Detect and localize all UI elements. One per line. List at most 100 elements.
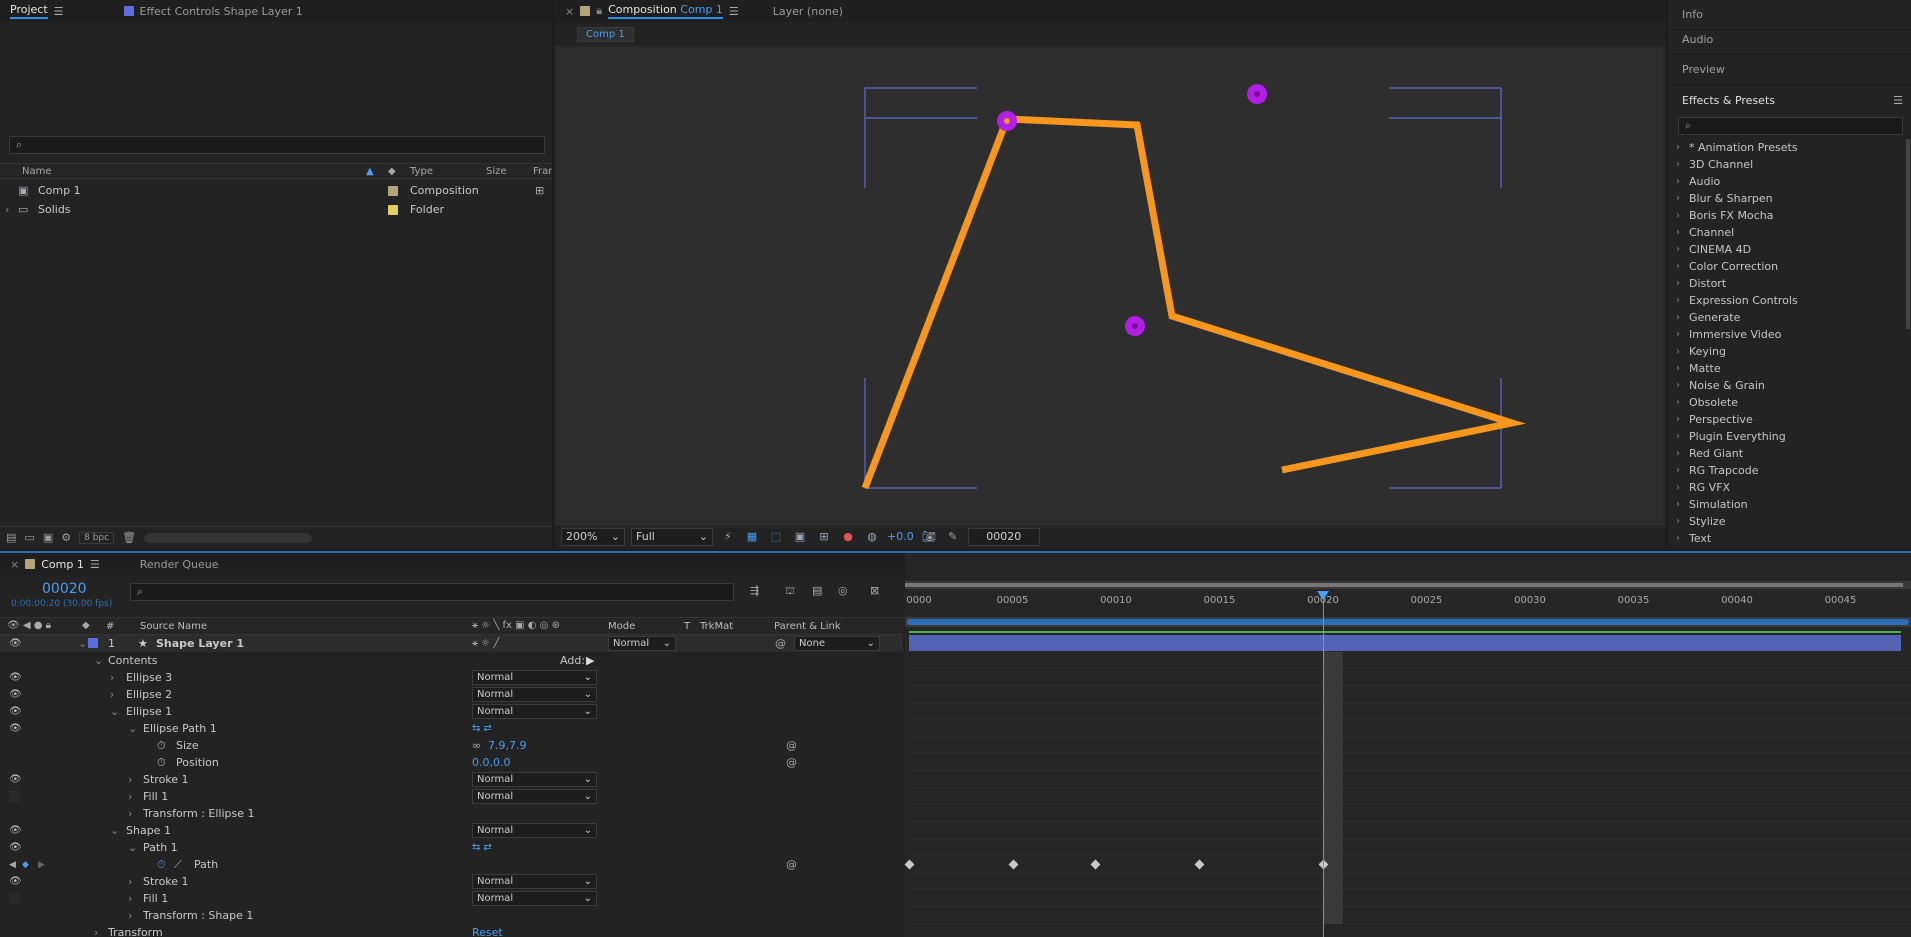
chevron-right-icon[interactable]: › — [128, 892, 132, 905]
tab-layer[interactable]: Layer (none) — [763, 0, 853, 22]
zoom-slider[interactable] — [907, 619, 1909, 625]
row-transform[interactable]: › Transform Reset — [0, 924, 903, 937]
bpc-button[interactable]: 8 bpc — [79, 531, 115, 544]
col-name[interactable]: Name — [22, 166, 52, 177]
row-ellipse-2[interactable]: 👁 › Ellipse 2 Normal ⌄ — [0, 686, 903, 703]
effects-category[interactable]: › Obsolete — [1668, 394, 1911, 411]
close-icon[interactable]: × — [565, 5, 574, 18]
row-size[interactable]: ⏱ Size ∞ 7.9,7.9 @ — [0, 737, 903, 754]
eye-icon[interactable]: 👁 — [9, 723, 22, 735]
row-position[interactable]: ⏱ Position 0.0,0.0 @ — [0, 754, 903, 771]
effects-category[interactable]: › * Animation Presets — [1668, 139, 1911, 156]
draft-3d-icon[interactable]: ⛫ — [785, 584, 795, 599]
mode-dropdown[interactable]: Normal ⌄ — [472, 874, 597, 889]
prev-keyframe-icon[interactable]: ◀ — [9, 860, 16, 870]
pickwhip-icon[interactable]: @ — [775, 637, 786, 650]
panel-preview[interactable]: Preview — [1668, 55, 1911, 85]
snapshot-camera-icon[interactable]: 📷︎ — [920, 528, 938, 546]
row-path-1[interactable]: 👁 ⌄ Path 1 ⇆ ⇄ — [0, 839, 903, 856]
add-keyframe-icon[interactable]: ◆ — [22, 860, 29, 870]
panel-menu-icon[interactable]: ☰ — [729, 5, 739, 18]
row-stroke-1-b[interactable]: 👁 › Stroke 1 Normal ⌄ — [0, 873, 903, 890]
project-scrollbar[interactable] — [144, 532, 313, 543]
col-source-name[interactable]: Source Name — [140, 621, 207, 632]
panel-audio[interactable]: Audio — [1668, 25, 1911, 55]
stopwatch-icon[interactable]: ⏱ — [157, 739, 166, 753]
motion-blur-icon[interactable]: ◎ — [838, 584, 848, 597]
panel-menu-icon[interactable]: ☰ — [1893, 94, 1903, 107]
effects-category[interactable]: › Boris FX Mocha — [1668, 207, 1911, 224]
tab-effect-controls[interactable]: Effect Controls Shape Layer 1 — [114, 0, 313, 22]
color-management-icon[interactable]: ◍ — [863, 528, 881, 546]
mode-dropdown[interactable]: Normal ⌄ — [472, 704, 597, 719]
row-ellipse-1[interactable]: 👁 ⌄ Ellipse 1 Normal ⌄ — [0, 703, 903, 720]
eye-icon[interactable]: 👁 — [9, 876, 22, 888]
effects-category[interactable]: › Stylize — [1668, 513, 1911, 530]
color-channels-icon[interactable]: ● — [839, 528, 857, 546]
path-direction-icons[interactable]: ⇆ ⇄ — [472, 842, 492, 853]
effects-category[interactable]: › CINEMA 4D — [1668, 241, 1911, 258]
effects-category[interactable]: › Matte — [1668, 360, 1911, 377]
effects-category[interactable]: › Color Correction — [1668, 258, 1911, 275]
effects-category[interactable]: › Noise & Grain — [1668, 377, 1911, 394]
row-fill-1-a[interactable]: › Fill 1 Normal ⌄ — [0, 788, 903, 805]
pickwhip-icon[interactable]: @ — [786, 756, 797, 769]
effects-category[interactable]: › Distort — [1668, 275, 1911, 292]
reset-link[interactable]: Reset — [472, 926, 503, 937]
current-time-display[interactable]: 00020 — [42, 581, 87, 597]
layer-bar[interactable] — [909, 635, 1901, 651]
add-play-icon[interactable]: ▶ — [586, 654, 594, 667]
col-type[interactable]: Type — [410, 166, 433, 177]
eye-icon[interactable]: 👁 — [9, 638, 22, 650]
mask-visibility-icon[interactable]: ⬚ — [767, 528, 785, 546]
row-ellipse-path-1[interactable]: 👁 ⌄ Ellipse Path 1 ⇆ ⇄ — [0, 720, 903, 737]
frame-blending-icon[interactable]: ▤ — [812, 584, 822, 597]
position-value[interactable]: 0.0,0.0 — [472, 756, 510, 769]
stopwatch-icon[interactable]: ⏱ — [157, 756, 166, 770]
label-tag-icon[interactable]: ◆ — [388, 166, 396, 177]
effects-category[interactable]: › Perspective — [1668, 411, 1911, 428]
trash-icon[interactable]: 🗑 — [122, 531, 136, 544]
pickwhip-icon[interactable]: @ — [786, 739, 797, 752]
chevron-right-icon[interactable]: › — [128, 875, 132, 888]
layer-switches[interactable]: ⚹ ☼ ╱ — [472, 638, 499, 649]
constrain-proportions-icon[interactable]: ∞ — [472, 739, 481, 752]
effects-category[interactable]: › Generate — [1668, 309, 1911, 326]
chevron-down-icon[interactable]: ⌄ — [110, 705, 119, 718]
zoom-slider-bar[interactable] — [905, 617, 1911, 627]
label-swatch[interactable] — [388, 204, 398, 215]
mode-dropdown[interactable]: Normal ⌄ — [472, 891, 597, 906]
eye-icon[interactable]: 👁 — [9, 672, 22, 684]
layer-label-swatch[interactable] — [88, 638, 98, 648]
row-transform-shape-1[interactable]: › Transform : Shape 1 — [0, 907, 903, 924]
composition-mini-flowchart-icon[interactable]: ⇶ — [750, 584, 759, 597]
layer-row-shape-layer-1[interactable]: 👁 ⌄ 1 ★ Shape Layer 1 ⚹ ☼ ╱ Normal ⌄ @ No… — [0, 635, 903, 652]
work-area-bar[interactable] — [905, 581, 1911, 589]
parent-dropdown[interactable]: None ⌄ — [794, 636, 880, 651]
timeline-graph[interactable]: 0000000050001000015000200002500030000350… — [904, 553, 1911, 937]
work-area-range[interactable] — [905, 583, 1903, 587]
layer-name[interactable]: Shape Layer 1 — [156, 637, 244, 650]
eye-off-box[interactable] — [9, 893, 20, 904]
chevron-right-icon[interactable]: › — [5, 203, 9, 216]
exposure-value[interactable]: +0.0 — [887, 530, 914, 543]
effects-search-input[interactable]: ⌕ — [1678, 117, 1903, 135]
eye-icon[interactable]: 👁 — [9, 825, 22, 837]
resolution-dropdown[interactable]: Full ⌄ — [631, 527, 713, 546]
row-stroke-1-a[interactable]: 👁 › Stroke 1 Normal ⌄ — [0, 771, 903, 788]
chevron-right-icon[interactable]: › — [94, 926, 98, 937]
col-frame[interactable]: Fran — [533, 166, 552, 177]
chevron-down-icon[interactable]: ⌄ — [128, 722, 137, 735]
effects-category[interactable]: › Immersive Video — [1668, 326, 1911, 343]
col-size[interactable]: Size — [486, 166, 507, 177]
size-value[interactable]: 7.9,7.9 — [488, 739, 526, 752]
panel-effects-presets-header[interactable]: Effects & Presets ☰ — [1668, 85, 1911, 115]
composition-viewer[interactable] — [557, 48, 1663, 520]
chevron-down-icon[interactable]: ⌄ — [78, 637, 87, 650]
new-composition-icon[interactable]: ▣ — [43, 531, 53, 544]
zoom-dropdown[interactable]: 200% ⌄ — [561, 527, 625, 546]
row-transform-ellipse-1[interactable]: › Transform : Ellipse 1 — [0, 805, 903, 822]
eye-icon[interactable]: 👁 — [9, 689, 22, 701]
effects-category[interactable]: › Channel — [1668, 224, 1911, 241]
effects-category[interactable]: › Simulation — [1668, 496, 1911, 513]
